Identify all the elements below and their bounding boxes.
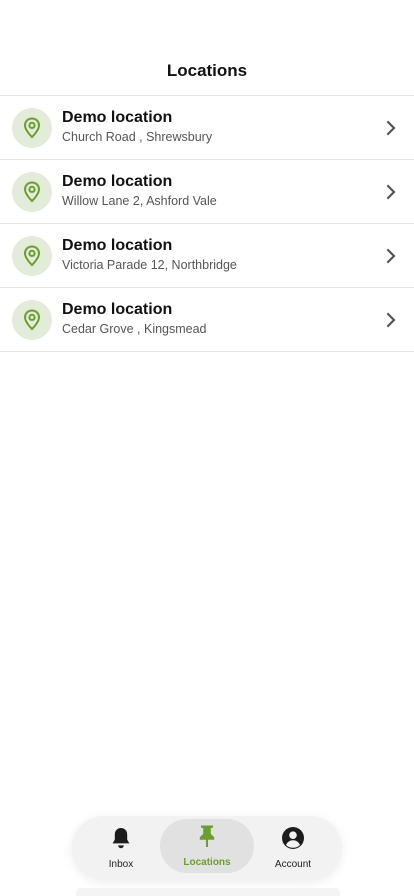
tab-inbox[interactable]: Inbox — [86, 816, 156, 880]
pushpin-icon — [197, 824, 217, 853]
tab-inbox-label: Inbox — [108, 859, 134, 870]
location-name: Demo location — [62, 109, 173, 126]
tab-account-label: Account — [274, 859, 312, 870]
map-pin-icon — [12, 172, 52, 212]
location-address: Victoria Parade 12, Northbridge — [62, 258, 237, 272]
user-icon — [281, 826, 305, 855]
location-row[interactable]: Demo location Church Road , Shrewsbury — [0, 96, 414, 160]
location-address: Cedar Grove , Kingsmead — [62, 322, 207, 336]
location-name: Demo location — [62, 237, 173, 254]
tab-locations-label: Locations — [183, 857, 231, 868]
home-indicator — [76, 888, 340, 896]
tab-account[interactable]: Account — [258, 816, 328, 880]
header: Locations — [0, 0, 414, 96]
chevron-right-icon — [384, 248, 398, 264]
locations-list: Demo location Church Road , Shrewsbury D… — [0, 96, 414, 352]
tab-locations[interactable]: Locations — [160, 819, 254, 873]
bell-icon — [110, 826, 132, 855]
location-name: Demo location — [62, 173, 173, 190]
chevron-right-icon — [384, 120, 398, 136]
location-row[interactable]: Demo location Victoria Parade 12, Northb… — [0, 224, 414, 288]
location-row[interactable]: Demo location Willow Lane 2, Ashford Val… — [0, 160, 414, 224]
location-name: Demo location — [62, 301, 173, 318]
map-pin-icon — [12, 108, 52, 148]
map-pin-icon — [12, 236, 52, 276]
map-pin-icon — [12, 300, 52, 340]
chevron-right-icon — [384, 312, 398, 328]
chevron-right-icon — [384, 184, 398, 200]
bottom-tab-bar: Inbox Locations Account — [72, 816, 342, 880]
location-address: Church Road , Shrewsbury — [62, 130, 213, 144]
page-title: Locations — [166, 61, 248, 80]
location-row[interactable]: Demo location Cedar Grove , Kingsmead — [0, 288, 414, 352]
location-address: Willow Lane 2, Ashford Vale — [62, 194, 217, 208]
